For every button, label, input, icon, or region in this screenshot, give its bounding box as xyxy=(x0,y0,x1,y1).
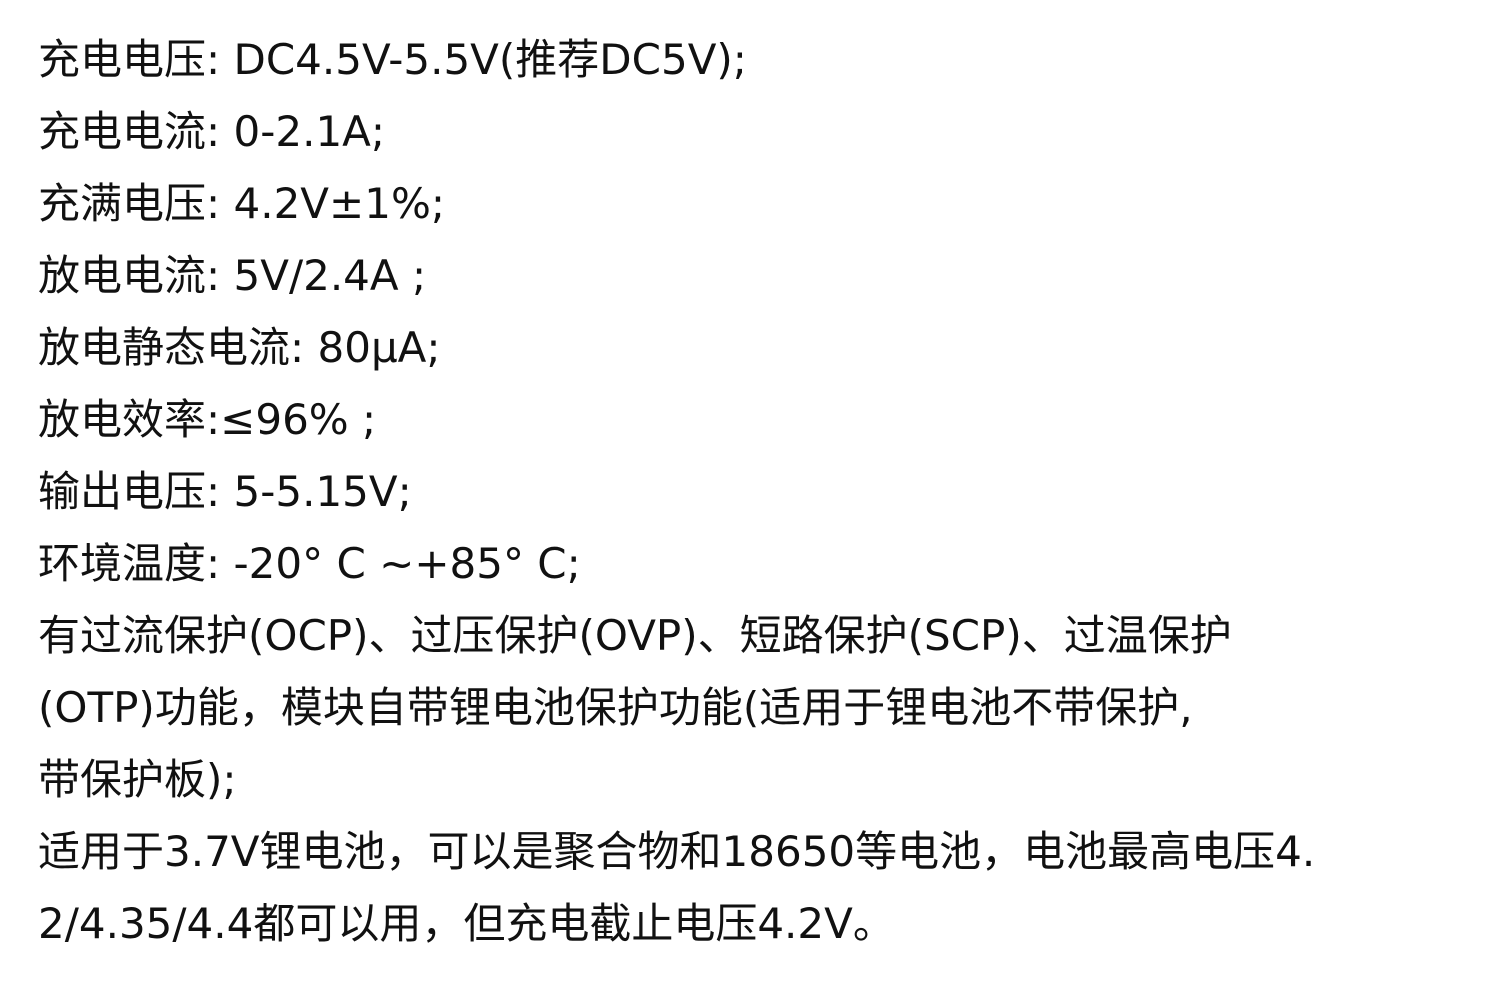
output-voltage-line: 输出电压: 5-5.15V; xyxy=(38,467,412,516)
discharge-quiescent-current-line: 放电静态电流: 80μA; xyxy=(38,323,441,372)
charge-voltage-line: 充电电压: DC4.5V-5.5V(推荐DC5V); xyxy=(38,35,747,84)
discharge-current-line: 放电电流: 5V/2.4A ; xyxy=(38,251,427,300)
battery-compatibility-line-1: 适用于3.7V锂电池，可以是聚合物和18650等电池，电池最高电压4. xyxy=(38,827,1316,876)
protection-line-2: (OTP)功能，模块自带锂电池保护功能(适用于锂电池不带保护, xyxy=(38,683,1193,732)
protection-line-3: 带保护板); xyxy=(38,755,237,804)
spec-document: 充电电压: DC4.5V-5.5V(推荐DC5V); 充电电流: 0-2.1A;… xyxy=(38,24,1478,960)
battery-compatibility-line-2: 2/4.35/4.4都可以用，但充电截止电压4.2V。 xyxy=(38,899,895,948)
ambient-temperature-line: 环境温度: -20° C ~+85° C; xyxy=(38,539,581,588)
full-charge-voltage-line: 充满电压: 4.2V±1%; xyxy=(38,179,445,228)
discharge-efficiency-line: 放电效率:≤96% ; xyxy=(38,395,377,444)
protection-line-1: 有过流保护(OCP)、过压保护(OVP)、短路保护(SCP)、过温保护 xyxy=(38,611,1232,660)
charge-current-line: 充电电流: 0-2.1A; xyxy=(38,107,386,156)
